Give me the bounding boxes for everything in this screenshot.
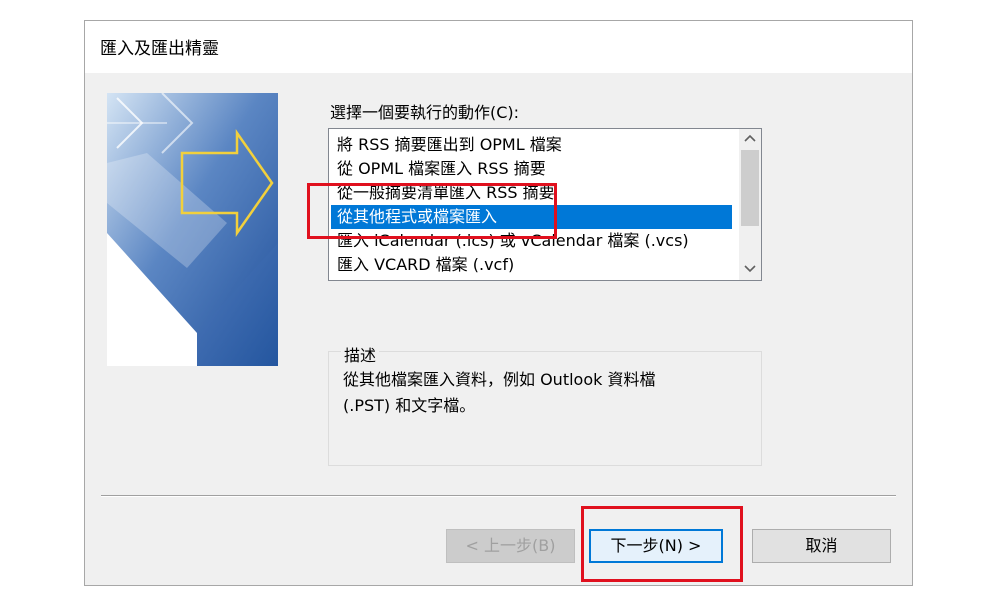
description-label: 描述 [341,342,380,366]
list-item-import-rss-from-opml[interactable]: 從 OPML 檔案匯入 RSS 摘要 [331,157,732,181]
scrollbar-thumb[interactable] [741,150,759,226]
action-prompt-label: 選擇一個要執行的動作(C): [330,103,520,122]
cancel-button[interactable]: 取消 [752,529,891,563]
description-text: 從其他檔案匯入資料，例如 Outlook 資料檔 (.PST) 和文字檔。 [343,367,743,419]
highlight-box-next-button [581,506,743,582]
wizard-banner-image [107,93,278,366]
description-line: 從其他檔案匯入資料，例如 Outlook 資料檔 [343,370,656,389]
highlight-box-selected-action [307,183,557,239]
list-item-export-rss-opml[interactable]: 將 RSS 摘要匯出到 OPML 檔案 [331,133,732,157]
title-bar: 匯入及匯出精靈 [85,21,912,73]
chevron-up-icon[interactable] [739,129,761,149]
back-button[interactable]: < 上一步(B) [446,529,575,563]
dialog-title: 匯入及匯出精靈 [100,39,219,59]
chevron-down-icon[interactable] [739,260,761,280]
list-item-import-vcard[interactable]: 匯入 VCARD 檔案 (.vcf) [331,253,732,277]
listbox-scrollbar[interactable] [739,129,761,280]
button-divider [101,495,896,497]
import-export-wizard-dialog: 匯入及匯出精靈 選擇一個要執行的動作(C): 將 RSS 摘要匯出到 OPML … [84,20,913,586]
description-line: (.PST) 和文字檔。 [343,396,476,415]
